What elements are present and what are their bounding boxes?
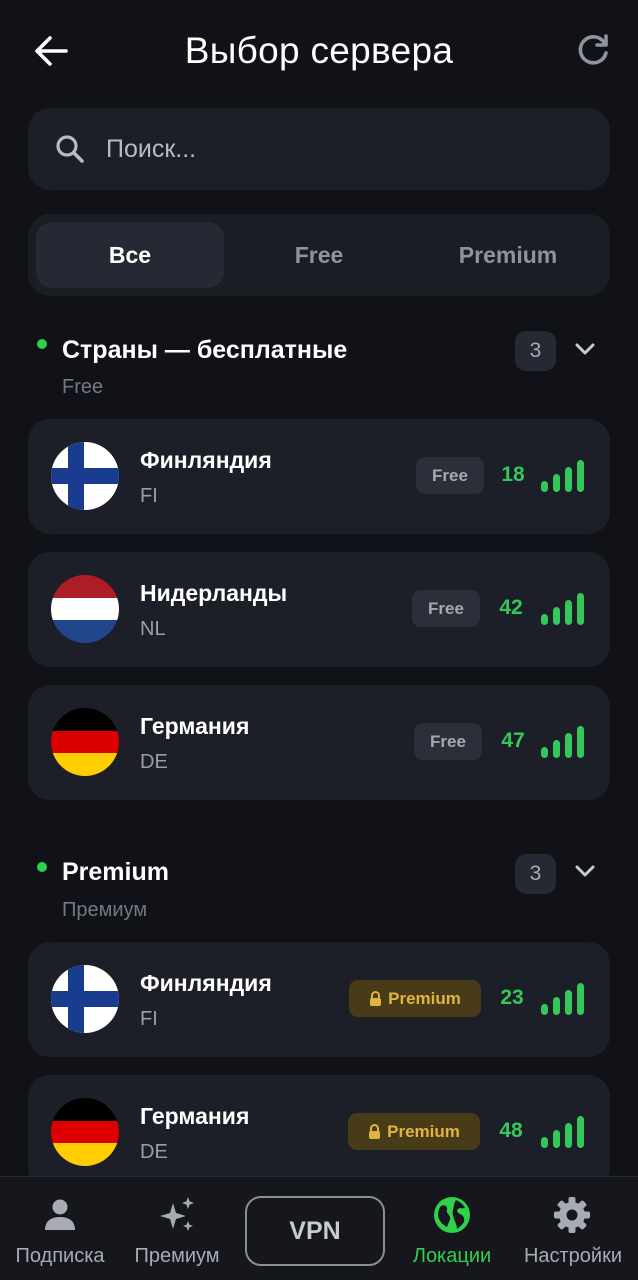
status-dot bbox=[37, 862, 47, 872]
server-code: FI bbox=[140, 1008, 158, 1030]
server-code: FI bbox=[140, 485, 158, 507]
tier-label: Premium bbox=[388, 989, 461, 1008]
globe-icon bbox=[434, 1197, 470, 1233]
server-code: DE bbox=[140, 1141, 168, 1163]
section-title: Premium bbox=[62, 858, 169, 886]
server-card[interactable]: Нидерланды NL Free 42 bbox=[28, 552, 610, 667]
ping-value: 47 bbox=[501, 729, 525, 752]
premium-badge: Premium bbox=[349, 980, 481, 1017]
section-subtitle: Премиум bbox=[62, 899, 148, 921]
germany-flag-icon bbox=[51, 708, 119, 776]
finland-flag-icon bbox=[51, 965, 119, 1033]
refresh-icon bbox=[578, 34, 608, 65]
tab-free[interactable]: Free bbox=[225, 222, 413, 288]
premium-badge: Premium bbox=[348, 1113, 480, 1150]
nav-item-locations[interactable]: Локации bbox=[402, 1177, 502, 1280]
nav-item-subscription[interactable]: Подписка bbox=[0, 1177, 120, 1280]
nav-label: Настройки bbox=[523, 1245, 623, 1267]
search-input[interactable] bbox=[106, 128, 586, 170]
signal-strength-icon bbox=[541, 726, 584, 758]
lock-icon bbox=[369, 1123, 381, 1139]
server-code: DE bbox=[140, 751, 168, 773]
section-subtitle: Free bbox=[62, 376, 104, 398]
tier-badge: Free bbox=[416, 457, 484, 494]
lock-icon bbox=[370, 990, 382, 1006]
status-dot bbox=[37, 339, 47, 349]
netherlands-flag-icon bbox=[51, 575, 119, 643]
person-icon bbox=[45, 1199, 75, 1230]
chevron-down-icon[interactable] bbox=[572, 336, 598, 362]
search-bar[interactable] bbox=[28, 108, 610, 190]
tab-all[interactable]: Все bbox=[36, 222, 224, 288]
finland-flag-icon bbox=[51, 442, 119, 510]
server-card[interactable]: Германия DE Premium 48 bbox=[28, 1075, 610, 1190]
count-badge: 3 bbox=[515, 331, 556, 371]
section-title: Страны — бесплатные bbox=[62, 336, 348, 364]
server-card[interactable]: Финляндия FI Premium 23 bbox=[28, 942, 610, 1057]
nav-label: Премиум bbox=[134, 1245, 220, 1267]
server-code: NL bbox=[140, 618, 166, 640]
tier-label: Premium bbox=[387, 1122, 460, 1141]
server-card[interactable]: Германия DE Free 47 bbox=[28, 685, 610, 800]
signal-strength-icon bbox=[541, 593, 584, 625]
tier-badge: Free bbox=[412, 590, 480, 627]
nav-item-premium[interactable]: Премиум bbox=[120, 1177, 235, 1280]
server-name: Германия bbox=[140, 713, 250, 739]
nav-item-settings[interactable]: Настройки bbox=[507, 1177, 638, 1280]
signal-strength-icon bbox=[541, 1116, 584, 1148]
server-name: Нидерланды bbox=[140, 580, 288, 606]
signal-strength-icon bbox=[541, 460, 584, 492]
server-name: Германия bbox=[140, 1103, 250, 1129]
count-badge: 3 bbox=[515, 854, 556, 894]
search-icon bbox=[56, 135, 84, 163]
ping-value: 18 bbox=[501, 463, 525, 486]
germany-flag-icon bbox=[51, 1098, 119, 1166]
sparkles-icon bbox=[160, 1197, 194, 1231]
nav-label: Локации bbox=[412, 1245, 492, 1267]
gear-icon bbox=[554, 1197, 590, 1233]
filter-tabs: Все Free Premium bbox=[28, 214, 610, 296]
tab-premium[interactable]: Premium bbox=[414, 222, 602, 288]
server-name: Финляндия bbox=[140, 970, 272, 996]
server-card[interactable]: Финляндия FI Free 18 bbox=[28, 419, 610, 534]
ping-value: 23 bbox=[500, 986, 524, 1009]
page-title: Выбор сервера bbox=[184, 30, 454, 71]
tier-badge: Free bbox=[414, 723, 482, 760]
ping-value: 48 bbox=[499, 1119, 523, 1142]
refresh-button[interactable] bbox=[572, 30, 614, 72]
server-name: Финляндия bbox=[140, 447, 272, 473]
vpn-button[interactable]: VPN bbox=[245, 1196, 385, 1266]
signal-strength-icon bbox=[541, 983, 584, 1015]
header: Выбор сервера bbox=[0, 0, 638, 104]
chevron-down-icon[interactable] bbox=[572, 858, 598, 884]
ping-value: 42 bbox=[499, 596, 523, 619]
bottom-nav: Подписка Премиум VPN Локации Настройки bbox=[0, 1176, 638, 1280]
